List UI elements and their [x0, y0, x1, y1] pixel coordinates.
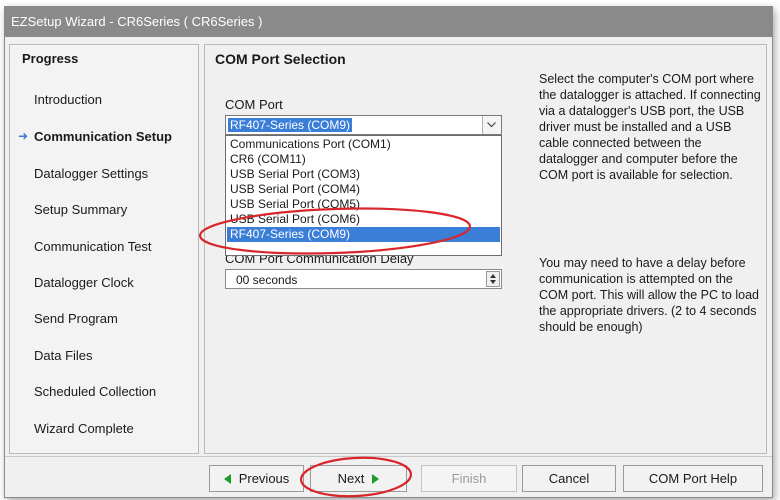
- dropdown-option-com4[interactable]: USB Serial Port (COM4): [227, 182, 500, 197]
- dropdown-option-com5[interactable]: USB Serial Port (COM5): [227, 197, 500, 212]
- sidebar-item-datalogger-clock[interactable]: Datalogger Clock: [34, 275, 134, 290]
- sidebar-item-introduction[interactable]: Introduction: [34, 92, 102, 107]
- dropdown-option-com9[interactable]: RF407-Series (COM9): [227, 227, 500, 242]
- window-title: EZSetup Wizard - CR6Series ( CR6Series ): [5, 7, 772, 37]
- com-port-help-text: Select the computer's COM port where the…: [539, 72, 761, 182]
- wizard-window: EZSetup Wizard - CR6Series ( CR6Series )…: [4, 6, 773, 498]
- sidebar-item-communication-setup[interactable]: Communication Setup: [34, 129, 172, 144]
- sidebar-item-data-files[interactable]: Data Files: [34, 348, 93, 363]
- footer-divider: [5, 456, 772, 457]
- content-panel: COM Port Selection COM Port RF407-Series…: [204, 44, 767, 454]
- progress-sidebar: Progress Introduction ➜ Communication Se…: [9, 44, 199, 454]
- cancel-button-label: Cancel: [548, 471, 590, 486]
- com-port-dropdown-list: Communications Port (COM1) CR6 (COM11) U…: [225, 135, 502, 256]
- dropdown-option-com11[interactable]: CR6 (COM11): [227, 152, 500, 167]
- dropdown-option-com3[interactable]: USB Serial Port (COM3): [227, 167, 500, 182]
- com-port-select[interactable]: RF407-Series (COM9): [225, 115, 502, 135]
- sidebar-item-datalogger-settings[interactable]: Datalogger Settings: [34, 166, 148, 181]
- com-port-selected-value: RF407-Series (COM9): [228, 118, 353, 132]
- arrow-left-icon: [223, 473, 231, 484]
- arrow-right-icon: [372, 473, 380, 484]
- cancel-button[interactable]: Cancel: [522, 465, 616, 492]
- delay-help-text: You may need to have a delay before comm…: [539, 256, 759, 334]
- previous-button-label: Previous: [238, 471, 290, 486]
- spin-up-icon[interactable]: [490, 274, 496, 278]
- finish-button-label: Finish: [451, 471, 487, 486]
- sidebar-item-setup-summary[interactable]: Setup Summary: [34, 202, 127, 217]
- com-port-help-button-label: COM Port Help: [648, 471, 738, 486]
- chevron-down-icon: [487, 122, 496, 128]
- sidebar-item-communication-test[interactable]: Communication Test: [34, 239, 152, 254]
- spinner-arrows-icon[interactable]: [486, 271, 500, 287]
- delay-spinbox[interactable]: 00 seconds: [225, 269, 502, 289]
- com-port-help-button[interactable]: COM Port Help: [623, 465, 763, 492]
- section-title: COM Port Selection: [215, 51, 346, 67]
- previous-button[interactable]: Previous: [209, 465, 304, 492]
- progress-title: Progress: [22, 51, 79, 66]
- combo-dropdown-button[interactable]: [482, 116, 501, 134]
- next-button-label: Next: [337, 471, 365, 486]
- dropdown-option-com6[interactable]: USB Serial Port (COM6): [227, 212, 500, 227]
- dropdown-option-com1[interactable]: Communications Port (COM1): [227, 137, 500, 152]
- delay-value: 00 seconds: [236, 273, 298, 287]
- com-port-label: COM Port: [225, 97, 283, 112]
- sidebar-item-scheduled-collection[interactable]: Scheduled Collection: [34, 384, 156, 399]
- finish-button[interactable]: Finish: [421, 465, 517, 492]
- current-step-arrow-icon: ➜: [18, 129, 29, 143]
- sidebar-item-wizard-complete[interactable]: Wizard Complete: [34, 421, 134, 436]
- spin-down-icon[interactable]: [490, 280, 496, 284]
- next-button[interactable]: Next: [310, 465, 407, 492]
- sidebar-item-send-program[interactable]: Send Program: [34, 311, 118, 326]
